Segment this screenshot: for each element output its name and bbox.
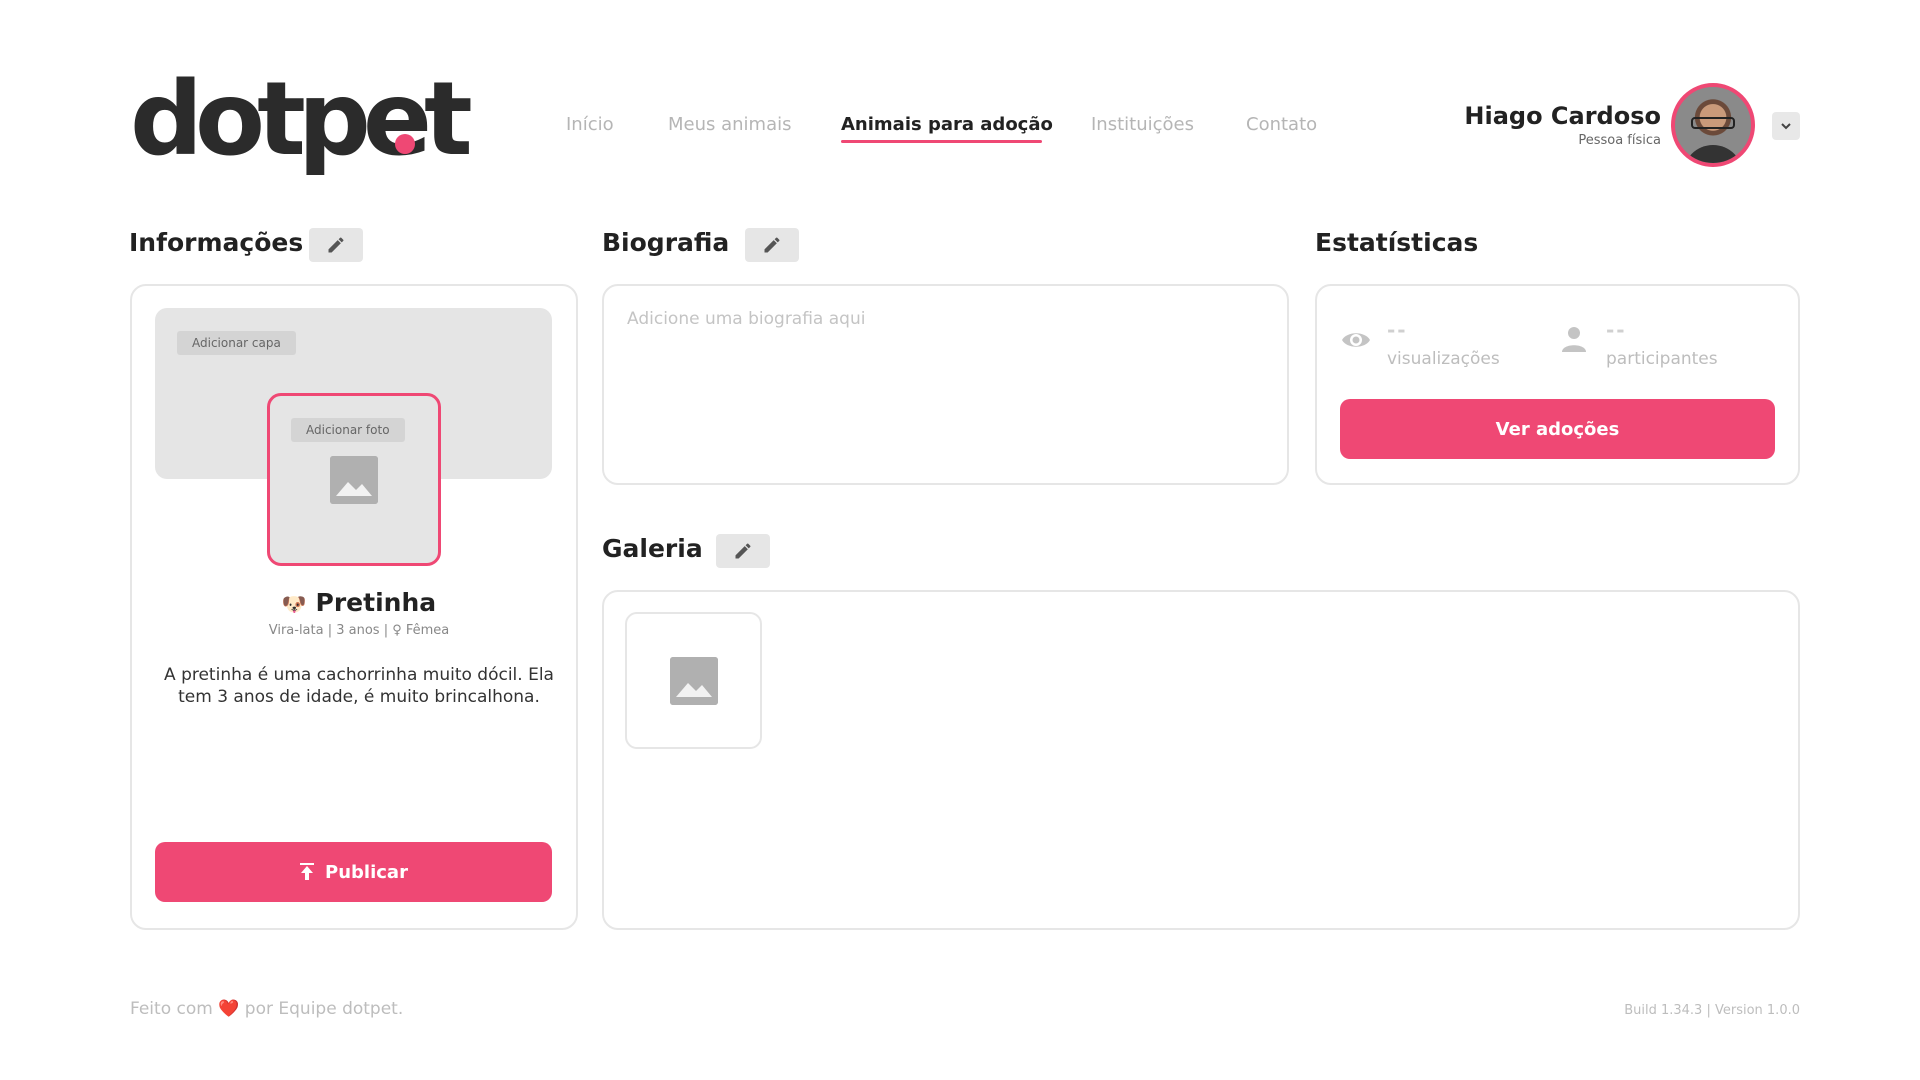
pencil-icon (764, 237, 780, 253)
pet-name: Pretinha (315, 588, 437, 617)
gallery-card (602, 590, 1800, 930)
pencil-icon (735, 543, 751, 559)
nav-item-instituicoes[interactable]: Instituições (1091, 114, 1194, 135)
avatar-glasses (1691, 117, 1735, 129)
heart-icon: ❤️ (218, 999, 240, 1019)
view-adoptions-label: Ver adoções (1495, 418, 1620, 440)
view-adoptions-button[interactable]: Ver adoções (1340, 399, 1775, 459)
chevron-down-icon (1781, 123, 1791, 130)
views-value: -- (1387, 318, 1408, 342)
nav-item-inicio[interactable]: Início (566, 114, 614, 135)
dog-emoji-icon: 🐶 (281, 592, 307, 616)
edit-bio-button[interactable] (745, 228, 799, 262)
dotpet-logo[interactable]: dotpet (130, 69, 473, 174)
nav-item-animais-para-adocao[interactable]: Animais para adoção (841, 114, 1053, 135)
stats-section-title: Estatísticas (1315, 228, 1479, 257)
avatar[interactable] (1671, 83, 1755, 167)
pet-name-heading: 🐶 Pretinha (130, 588, 588, 617)
views-label: visualizações (1387, 349, 1500, 369)
image-placeholder-icon (330, 456, 378, 504)
upload-icon (300, 863, 315, 880)
bio-section-title: Biografia (602, 228, 730, 257)
nav-item-meus-animais[interactable]: Meus animais (668, 114, 792, 135)
user-role: Pessoa física (1578, 133, 1661, 148)
publish-label: Publicar (325, 861, 408, 883)
participants-value: -- (1606, 318, 1627, 342)
logo-text: dotpet (130, 60, 473, 179)
logo-dot (395, 134, 415, 154)
add-photo-button[interactable]: Adicionar foto (291, 418, 405, 442)
footer-team: por Equipe dotpet. (244, 999, 404, 1019)
user-menu-button[interactable] (1772, 112, 1800, 140)
publish-button[interactable]: Publicar (155, 842, 552, 902)
pencil-icon (328, 237, 344, 253)
edit-info-button[interactable] (309, 228, 363, 262)
edit-gallery-button[interactable] (716, 534, 770, 568)
footer-build-version: Build 1.34.3 | Version 1.0.0 (1624, 1003, 1800, 1018)
person-icon (1562, 327, 1586, 352)
bio-placeholder: Adicione uma biografia aqui (627, 309, 866, 329)
participants-label: participantes (1606, 349, 1718, 369)
active-nav-indicator (841, 140, 1042, 143)
image-placeholder-icon (670, 657, 718, 705)
eye-icon (1342, 333, 1370, 347)
user-name: Hiago Cardoso (1464, 102, 1661, 130)
nav-item-contato[interactable]: Contato (1246, 114, 1317, 135)
add-cover-button[interactable]: Adicionar capa (177, 331, 296, 355)
gallery-section-title: Galeria (602, 534, 703, 563)
footer-made-with: Feito com (130, 999, 213, 1019)
info-section-title: Informações (129, 228, 304, 257)
pet-meta: Vira-lata | 3 anos | ♀ Fêmea (268, 623, 450, 638)
footer-credits: Feito com ❤️ por Equipe dotpet. (130, 999, 403, 1019)
avatar-shirt (1683, 145, 1743, 163)
pet-description: A pretinha é uma cachorrinha muito dócil… (164, 665, 554, 707)
